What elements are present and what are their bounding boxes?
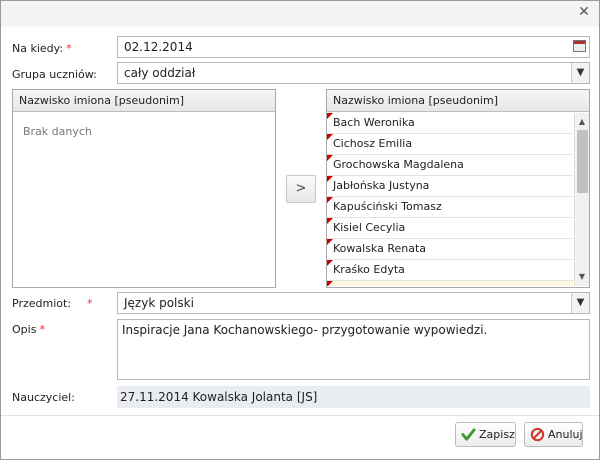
save-button[interactable]: Zapisz (455, 422, 516, 447)
move-button[interactable]: > (286, 175, 316, 203)
list-scrollbar[interactable]: ▲ ▼ (574, 113, 589, 286)
student-row[interactable]: Kraśko Edyta (327, 260, 573, 281)
calendar-icon[interactable] (573, 40, 586, 52)
subject-select[interactable]: Język polski ▼ (117, 292, 590, 314)
flag-icon (327, 113, 333, 119)
flag-icon (327, 176, 333, 182)
student-row[interactable]: Kowalska Renata (327, 239, 573, 260)
close-icon[interactable]: ✕ (577, 5, 591, 20)
flag-icon (327, 134, 333, 140)
date-field[interactable]: 02.12.2014 (117, 36, 590, 58)
flag-icon (327, 197, 333, 203)
selected-students-panel: Nazwisko imiona [pseudonim] Bach Weronik… (326, 89, 590, 288)
date-label: Na kiedy: * (12, 42, 72, 55)
student-row[interactable]: Bach Weronika (327, 113, 573, 134)
chevron-down-icon[interactable]: ▼ (571, 293, 589, 313)
description-textarea[interactable]: Inspiracje Jana Kochanowskiego- przygoto… (117, 319, 590, 380)
teacher-label: Nauczyciel: (12, 391, 75, 404)
available-students-header: Nazwisko imiona [pseudonim] (13, 90, 275, 112)
scroll-up-icon[interactable]: ▲ (575, 115, 589, 129)
cancel-button[interactable]: Anuluj (524, 422, 583, 447)
cancel-icon (530, 427, 545, 442)
checkmark-icon (461, 428, 476, 441)
lesson-dialog: ✕ Na kiedy: * 02.12.2014 Grupa uczniów: c… (0, 0, 600, 460)
flag-icon (327, 239, 333, 245)
empty-message: Brak danych (23, 125, 92, 138)
student-row[interactable]: Jabłońska Justyna (327, 176, 573, 197)
scroll-down-icon[interactable]: ▼ (575, 270, 589, 284)
flag-icon (327, 218, 333, 224)
student-row[interactable]: Cichosz Emilia (327, 134, 573, 155)
available-students-panel: Nazwisko imiona [pseudonim] Brak danych (12, 89, 276, 288)
description-label: Opis * (12, 323, 45, 336)
student-row[interactable]: Kapuściński Tomasz (327, 197, 573, 218)
chevron-down-icon[interactable]: ▼ (571, 63, 589, 83)
student-row-partial[interactable] (327, 281, 573, 286)
student-list: Bach Weronika Cichosz Emilia Grochowska … (327, 113, 573, 286)
footer-divider (1, 415, 599, 416)
dialog-titlebar: ✕ (1, 1, 599, 27)
group-select[interactable]: cały oddział ▼ (117, 62, 590, 84)
student-row[interactable]: Kisiel Cecylia (327, 218, 573, 239)
flag-icon (327, 281, 333, 286)
subject-label: Przedmiot: * (12, 297, 93, 310)
flag-icon (327, 260, 333, 266)
selected-students-header: Nazwisko imiona [pseudonim] (327, 90, 589, 112)
teacher-value: 27.11.2014 Kowalska Jolanta [JS] (117, 386, 590, 408)
flag-icon (327, 155, 333, 161)
scrollbar-thumb[interactable] (577, 130, 588, 193)
group-label: Grupa uczniów: (12, 68, 97, 81)
student-row[interactable]: Grochowska Magdalena (327, 155, 573, 176)
